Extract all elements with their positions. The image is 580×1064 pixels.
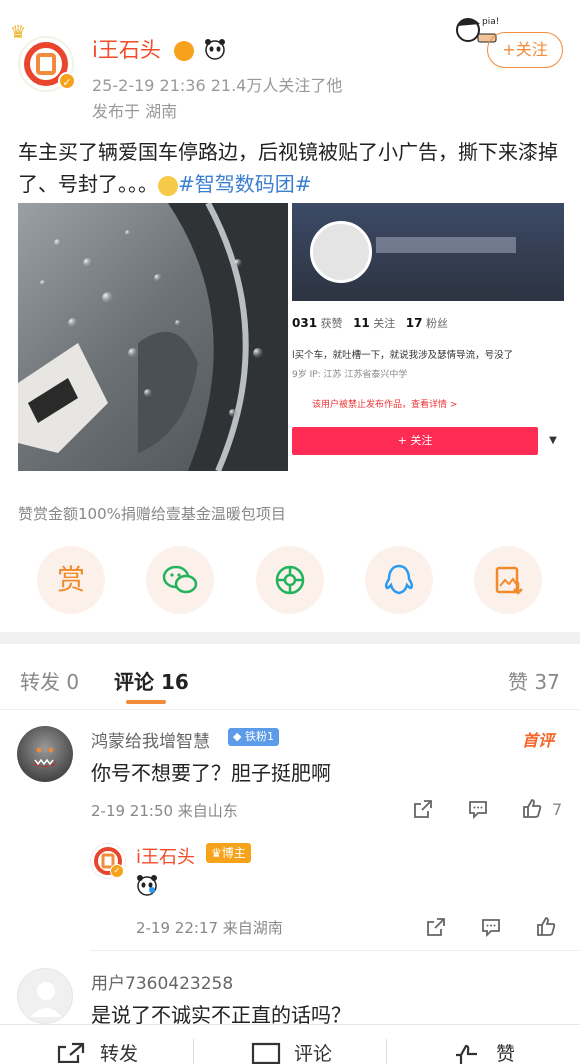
first-comment-tag: 首评 <box>522 731 555 750</box>
bottom-action-bar: 转发 评论 赞 <box>0 1024 580 1064</box>
profile-stats: 031 获赞 11 关注 17 粉丝 <box>292 316 448 330</box>
reply-share-icon[interactable] <box>425 916 447 938</box>
bottom-repost-button[interactable]: 转发 <box>56 1025 176 1064</box>
post-text: 车主买了辆爱国车停路边，后视镜被贴了小广告，撕下来漆掉了、号封了。。。 #智驾数码… <box>18 140 558 196</box>
diamond-icon: ◆ <box>233 730 242 743</box>
svg-text:pia!: pia! <box>482 17 499 27</box>
moments-icon <box>275 565 305 595</box>
profile-avatar <box>310 221 372 283</box>
bottom-comment-button[interactable]: 评论 <box>250 1025 370 1064</box>
crown-badge-icon: ♛ <box>211 846 222 860</box>
post-location: 发布于 湖南 <box>92 102 178 121</box>
save-image-button[interactable] <box>474 546 542 614</box>
tab-likes[interactable]: 赞 37 <box>508 666 560 695</box>
repost-icon <box>57 1042 85 1063</box>
qq-icon <box>384 564 414 595</box>
topic-tag-link[interactable]: #智驾数码团# <box>178 172 312 196</box>
reply-time: 2-19 22:17 来自湖南 <box>136 919 283 937</box>
comment-time: 2-19 21:50 来自山东 <box>91 802 238 820</box>
active-tab-indicator <box>126 700 166 704</box>
like-icon[interactable] <box>521 797 543 819</box>
dropdown-arrow-icon: ▼ <box>549 435 557 446</box>
tab-comments[interactable]: 评论 16 <box>114 666 189 695</box>
like-icon <box>456 1044 477 1064</box>
profile-info: 9岁 IP: 江苏 江苏省泰兴中学 <box>292 370 408 380</box>
reply-author[interactable]: i王石头 <box>136 843 195 869</box>
profile-follow-button: + 关注 <box>292 427 538 455</box>
section-divider <box>0 632 580 644</box>
reply-comment-icon[interactable] <box>480 916 502 938</box>
like-count: 7 <box>552 800 563 819</box>
host-badge-label: 博主 <box>221 846 246 860</box>
comment-avatar[interactable] <box>17 968 73 1024</box>
comment-avatar[interactable] <box>17 726 73 782</box>
share-wechat-button[interactable] <box>146 546 214 614</box>
fan-badge: ◆ 铁粉1 <box>228 728 279 746</box>
interaction-tabs: 转发 0 评论 16 赞 37 <box>0 644 580 710</box>
fan-badge-label: 铁粉1 <box>244 730 274 743</box>
profile-warning: 该用户被禁止发布作品，查看详情 > <box>312 400 458 410</box>
reply-like-icon[interactable] <box>535 915 557 937</box>
reply-verified-icon: ✓ <box>110 864 124 878</box>
bottom-like-label: 赞 <box>496 1043 516 1064</box>
post-image-mirror[interactable] <box>18 203 288 471</box>
bottom-repost-label: 转发 <box>100 1043 139 1064</box>
bottom-like-button[interactable]: 赞 <box>452 1025 562 1064</box>
comment-icon <box>251 1042 281 1064</box>
bottom-divider <box>386 1039 387 1064</box>
comment-separator <box>90 950 580 951</box>
donate-note: 赞赏金额100%捐赠给壹基金温暖包项目 <box>18 505 286 523</box>
bottom-comment-label: 评论 <box>294 1043 333 1064</box>
weibo-post-page: ♛ ✓ i王石头 25-2-19 21:36 21.4万人关注了他 发布于 湖南… <box>0 0 580 1064</box>
laugh-emoji-icon <box>158 175 178 196</box>
comment-icon[interactable] <box>467 798 489 820</box>
share-moments-button[interactable] <box>256 546 324 614</box>
share-qq-button[interactable] <box>365 546 433 614</box>
verified-badge-icon: ✓ <box>58 72 76 90</box>
share-icon[interactable] <box>412 798 434 820</box>
profile-bio: l买个车，就吐槽一下，就说我涉及瑟情导流，号没了 <box>292 350 514 361</box>
comment-text: 你号不想要了？胆子挺肥啊 <box>91 761 331 785</box>
host-badge: ♛博主 <box>206 843 251 863</box>
post-card: ♛ ✓ i王石头 25-2-19 21:36 21.4万人关注了他 发布于 湖南… <box>0 0 580 632</box>
blurred-name <box>376 237 516 253</box>
bottom-divider <box>193 1039 194 1064</box>
author-name[interactable]: i王石头 <box>92 34 226 65</box>
comment-author[interactable]: 用户7360423258 <box>91 969 233 994</box>
reward-button[interactable]: 赏 <box>37 546 105 614</box>
comment-author[interactable]: 鸿蒙给我增智慧 <box>91 727 210 752</box>
vip-crown-icon <box>173 41 194 61</box>
wechat-icon <box>162 565 198 594</box>
save-image-icon <box>495 566 523 595</box>
post-meta: 25-2-19 21:36 21.4万人关注了他 <box>92 76 343 95</box>
panda-emoji-icon <box>136 874 158 896</box>
follow-button[interactable]: +关注 <box>487 32 563 68</box>
tab-repost[interactable]: 转发 0 <box>20 666 79 695</box>
panda-icon <box>204 38 226 65</box>
reward-label: 赏 <box>56 563 85 596</box>
post-image-profile-screenshot[interactable]: 031 获赞 11 关注 17 粉丝 l买个车，就吐槽一下，就说我涉及瑟情导流，… <box>292 203 564 471</box>
